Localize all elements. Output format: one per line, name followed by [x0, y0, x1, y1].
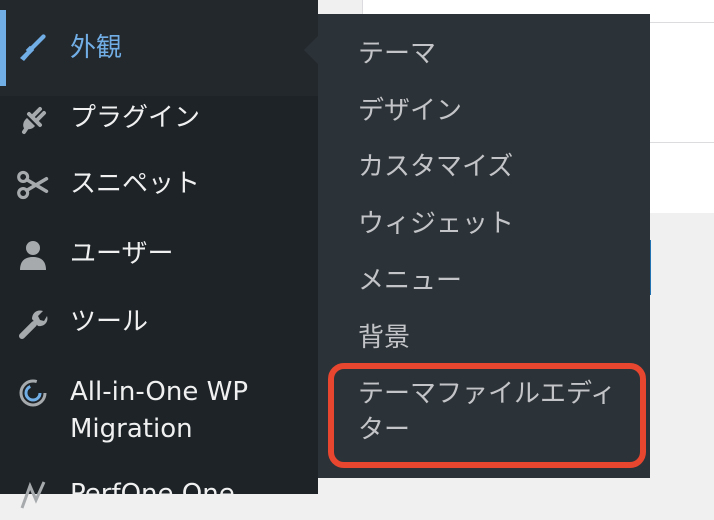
admin-sidebar: 外観 プラグイン スニペット ユーザー ツール All-in-One WP Mi… [0, 0, 320, 509]
submenu-item-menus[interactable]: メニュー [358, 263, 462, 299]
sidebar-item-tools[interactable]: ツール [0, 304, 318, 348]
sidebar-item-snippets[interactable]: スニペット [0, 166, 318, 210]
sidebar-item-label: スニペット [70, 169, 201, 199]
sidebar-item-users[interactable]: ユーザー [0, 236, 318, 280]
current-indicator [0, 10, 6, 86]
sidebar-item-appearance[interactable]: 外観 [0, 0, 318, 96]
submenu-item-design[interactable]: デザイン [358, 93, 462, 129]
submenu-item-widgets[interactable]: ウィジェット [358, 206, 514, 242]
sidebar-item-label-line2: Migration [70, 414, 193, 444]
highlight-outline [328, 363, 646, 468]
sidebar-item-plugins[interactable]: プラグイン [0, 100, 318, 144]
chart-icon [16, 478, 50, 512]
scissors-icon [16, 168, 50, 202]
submenu-item-customize[interactable]: カスタマイズ [358, 149, 513, 185]
wrench-icon [16, 306, 50, 340]
sidebar-item-label: 外観 [70, 33, 123, 63]
sidebar-item-label: プラグイン [70, 103, 201, 133]
submenu-item-themes[interactable]: テーマ [358, 36, 436, 72]
sidebar-item-label: All-in-One WP [70, 377, 249, 407]
plug-icon [16, 102, 50, 136]
submenu-item-background[interactable]: 背景 [358, 320, 410, 356]
sidebar-item-label: ユーザー [70, 239, 174, 269]
paintbrush-icon [16, 30, 50, 64]
sidebar-item-perfone[interactable]: PerfOne One [0, 476, 318, 520]
sidebar-item-label: ツール [70, 307, 149, 337]
sidebar-item-label: PerfOne One [70, 479, 235, 509]
sidebar-item-migration[interactable]: All-in-One WP Migration [0, 374, 318, 450]
migration-icon [16, 376, 50, 410]
user-icon [16, 238, 50, 272]
